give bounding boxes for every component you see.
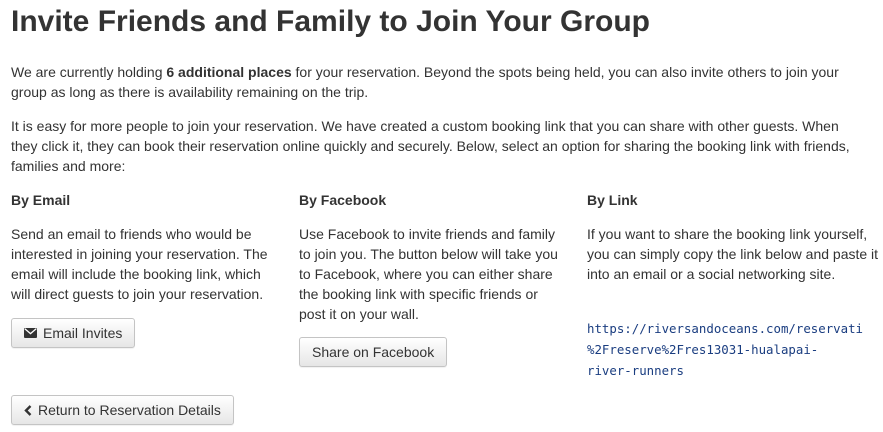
intro-paragraph-sharing: It is easy for more people to join your …	[11, 118, 850, 174]
share-on-facebook-button[interactable]: Share on Facebook	[299, 337, 448, 367]
email-heading: By Email	[11, 192, 71, 208]
page-title: Invite Friends and Family to Join Your G…	[11, 5, 650, 38]
held-places-count: 6 additional places	[166, 64, 292, 80]
chevron-left-icon	[24, 404, 32, 416]
return-to-reservation-label: Return to Reservation Details	[38, 402, 221, 418]
facebook-section: By Facebook Use Facebook to invite frien…	[299, 190, 563, 324]
facebook-heading: By Facebook	[299, 192, 387, 208]
intro-paragraph-holding: We are currently holding 6 additional pl…	[11, 62, 861, 102]
link-description: If you want to share the booking link yo…	[587, 226, 879, 282]
link-section: By Link If you want to share the booking…	[587, 190, 883, 284]
booking-link[interactable]: https://riversandoceans.com/reservati %2…	[587, 318, 883, 381]
email-invites-button[interactable]: Email Invites	[11, 318, 136, 348]
facebook-description: Use Facebook to invite friends and famil…	[299, 226, 558, 322]
envelope-icon	[24, 328, 37, 338]
return-to-reservation-button[interactable]: Return to Reservation Details	[11, 395, 234, 425]
booking-link-line-2[interactable]: %2Freserve%2Fres13031-hualapai-	[587, 339, 883, 360]
booking-link-line-1[interactable]: https://riversandoceans.com/reservati	[587, 318, 883, 339]
link-heading: By Link	[587, 192, 638, 208]
share-on-facebook-label: Share on Facebook	[312, 344, 435, 360]
booking-link-line-3[interactable]: river-runners	[587, 360, 883, 381]
intro-text-before: We are currently holding	[11, 64, 167, 80]
email-invites-label: Email Invites	[43, 325, 123, 341]
email-section: By Email Send an email to friends who wo…	[11, 190, 275, 304]
email-description: Send an email to friends who would be in…	[11, 226, 268, 302]
